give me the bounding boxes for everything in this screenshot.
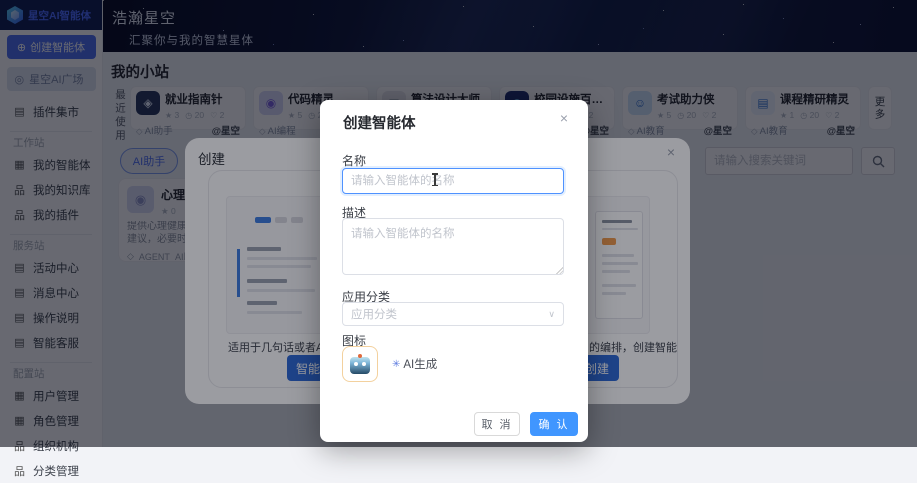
create-agent-modal: 创建智能体 × 名称 描述 应用分类 应用分类 ∨ 图标 ✳ AI生成 取 消 … <box>320 100 588 442</box>
sparkle-icon: ✳ <box>392 358 401 370</box>
tree-icon: 品 <box>14 465 25 478</box>
close-icon[interactable]: × <box>560 110 568 126</box>
sidebar-item-category-mgmt[interactable]: 品 分类管理 <box>0 458 102 483</box>
confirm-button[interactable]: 确 认 <box>530 412 578 436</box>
text-cursor <box>432 173 437 186</box>
category-select[interactable]: 应用分类 ∨ <box>342 302 564 326</box>
modal-title: 创建智能体 <box>343 116 416 132</box>
name-label: 名称 <box>342 154 367 168</box>
agent-icon-picker[interactable] <box>342 346 378 382</box>
ai-generate-label: AI生成 <box>403 359 438 371</box>
sidebar-item-label: 分类管理 <box>33 465 79 478</box>
chevron-down-icon: ∨ <box>548 308 555 319</box>
cancel-button[interactable]: 取 消 <box>474 412 520 436</box>
agent-description-textarea[interactable] <box>342 218 564 275</box>
agent-name-input[interactable] <box>342 168 564 194</box>
category-placeholder: 应用分类 <box>351 309 397 321</box>
robot-avatar-icon <box>350 354 370 374</box>
ai-generate-button[interactable]: ✳ AI生成 <box>392 356 437 372</box>
